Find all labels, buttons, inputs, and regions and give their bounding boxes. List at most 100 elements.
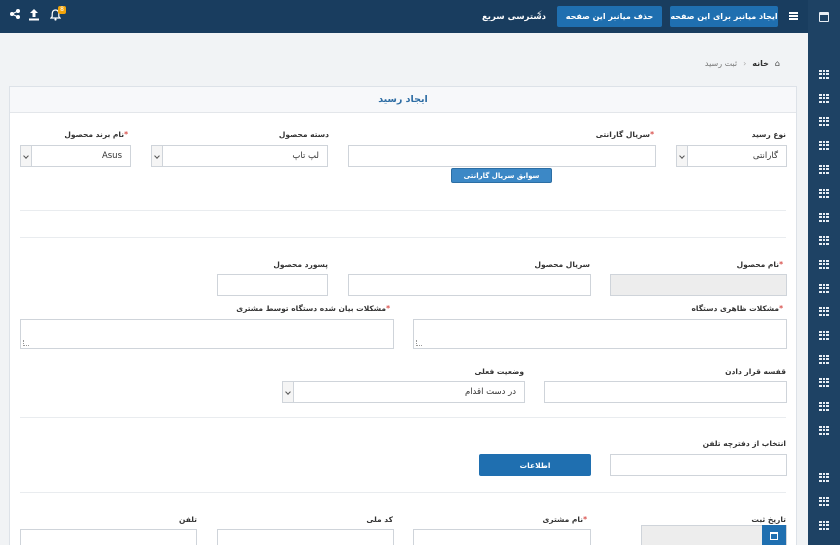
phone-input[interactable]: [20, 529, 197, 545]
shelf-input[interactable]: [544, 381, 787, 403]
product-name-label: *نام محصول: [737, 260, 786, 269]
divider: [20, 417, 786, 418]
calendar-icon: [819, 12, 829, 22]
sidebar-item[interactable]: [808, 419, 840, 441]
sidebar-item[interactable]: [808, 158, 840, 180]
create-shortcut-button[interactable]: ایجاد میانبر برای این صفحه: [670, 6, 778, 27]
sidebar-item[interactable]: [808, 277, 840, 299]
divider: [20, 492, 786, 493]
product-password-label: پسورد محصول: [273, 260, 328, 269]
visible-problems-textarea[interactable]: [413, 319, 787, 349]
required-mark: *: [650, 130, 654, 139]
divider: [20, 210, 786, 211]
sidebar-item[interactable]: [808, 371, 840, 393]
sidebar-item[interactable]: [808, 87, 840, 109]
product-brand-select[interactable]: Asus: [20, 145, 131, 167]
grid-icon: [819, 283, 829, 293]
sidebar-item[interactable]: [808, 300, 840, 322]
warranty-history-button[interactable]: سوابق سریال گارانتی: [451, 168, 552, 183]
sidebar-item[interactable]: [808, 395, 840, 417]
customer-problems-label-text: مشکلات بیان شده دستگاه توسط مشتری: [236, 304, 387, 313]
divider: [20, 237, 786, 238]
home-icon: ⌂: [774, 59, 780, 68]
grid-icon: [819, 425, 829, 435]
product-serial-label: سریال محصول: [534, 260, 590, 269]
grid-icon: [819, 140, 829, 150]
calendar-icon: [770, 532, 778, 540]
required-mark: *: [583, 515, 587, 524]
customer-name-label-text: نام مشتری: [542, 515, 584, 524]
bolt-icon: ⚡: [536, 10, 543, 20]
grid-icon: [819, 235, 829, 245]
panel-title: ایجاد رسید: [378, 94, 428, 105]
national-code-input[interactable]: [217, 529, 394, 545]
grid-icon: [819, 93, 829, 103]
sidebar-item[interactable]: [808, 134, 840, 156]
right-sidebar: [808, 0, 840, 545]
grid-icon: [819, 69, 829, 79]
info-button[interactable]: اطلاعات: [479, 454, 591, 476]
grid-icon: [819, 306, 829, 316]
receipt-type-select[interactable]: گارانتی: [676, 145, 787, 167]
breadcrumb-separator: ‹: [743, 59, 747, 68]
product-brand-label-text: نام برند محصول: [64, 130, 125, 139]
grid-icon: [819, 401, 829, 411]
chevron-down-icon: [21, 146, 32, 166]
sidebar-item[interactable]: [808, 63, 840, 85]
current-status-select[interactable]: در دست اقدام: [282, 381, 525, 403]
upload-icon[interactable]: [28, 8, 40, 24]
date-picker-button[interactable]: [762, 525, 786, 545]
breadcrumb: ⌂ خانه ‹ ثبت رسید: [705, 59, 780, 68]
grid-icon: [819, 259, 829, 269]
product-category-value: لپ تاپ: [292, 151, 319, 161]
product-password-input[interactable]: [217, 274, 328, 296]
sidebar-item[interactable]: [808, 110, 840, 132]
warranty-serial-label: *سریال گارانتی: [596, 130, 657, 139]
sidebar-item[interactable]: [808, 348, 840, 370]
visible-problems-label-text: مشکلات ظاهری دستگاه: [691, 304, 780, 313]
phonebook-input[interactable]: [610, 454, 787, 476]
grid-icon: [819, 212, 829, 222]
grid-icon: [819, 496, 829, 506]
sidebar-calendar-item[interactable]: [808, 6, 840, 28]
phone-label: تلفن: [178, 515, 197, 524]
customer-problems-textarea[interactable]: [20, 319, 394, 349]
delete-shortcut-button[interactable]: حذف میانبر این صفحه: [557, 6, 662, 27]
grid-icon: [819, 520, 829, 530]
product-category-select[interactable]: لپ تاپ: [151, 145, 328, 167]
product-name-input[interactable]: [610, 274, 787, 296]
product-name-label-text: نام محصول: [736, 260, 780, 269]
breadcrumb-current: ثبت رسید: [704, 59, 738, 68]
sidebar-item[interactable]: [808, 490, 840, 512]
grid-icon: [819, 188, 829, 198]
product-brand-label: *نام برند محصول: [64, 130, 131, 139]
customer-name-label: *نام مشتری: [542, 515, 590, 524]
sidebar-item[interactable]: [808, 206, 840, 228]
chevron-down-icon: [152, 146, 163, 166]
national-code-label: کد ملی: [366, 515, 393, 524]
sidebar-item[interactable]: [808, 466, 840, 488]
grid-icon: [819, 377, 829, 387]
grid-icon: [819, 354, 829, 364]
hamburger-icon[interactable]: [789, 12, 798, 20]
share-icon[interactable]: [9, 8, 21, 23]
warranty-serial-input[interactable]: [348, 145, 656, 167]
receipt-type-label: نوع رسید: [751, 130, 786, 139]
chevron-down-icon: [677, 146, 688, 166]
grid-icon: [819, 330, 829, 340]
sidebar-item[interactable]: [808, 229, 840, 251]
product-category-label: دسته محصول: [278, 130, 329, 139]
grid-icon: [819, 116, 829, 126]
grid-icon: [819, 472, 829, 482]
breadcrumb-home[interactable]: خانه: [752, 59, 769, 68]
customer-name-input[interactable]: [413, 529, 591, 545]
sidebar-item[interactable]: [808, 253, 840, 275]
product-brand-value: Asus: [101, 151, 122, 161]
warranty-serial-label-text: سریال گارانتی: [595, 130, 651, 139]
sidebar-item[interactable]: [808, 514, 840, 536]
panel-header: ایجاد رسید: [10, 87, 796, 113]
sidebar-item[interactable]: [808, 324, 840, 346]
product-serial-input[interactable]: [348, 274, 591, 296]
sidebar-item[interactable]: [808, 182, 840, 204]
chevron-down-icon: [283, 382, 294, 402]
